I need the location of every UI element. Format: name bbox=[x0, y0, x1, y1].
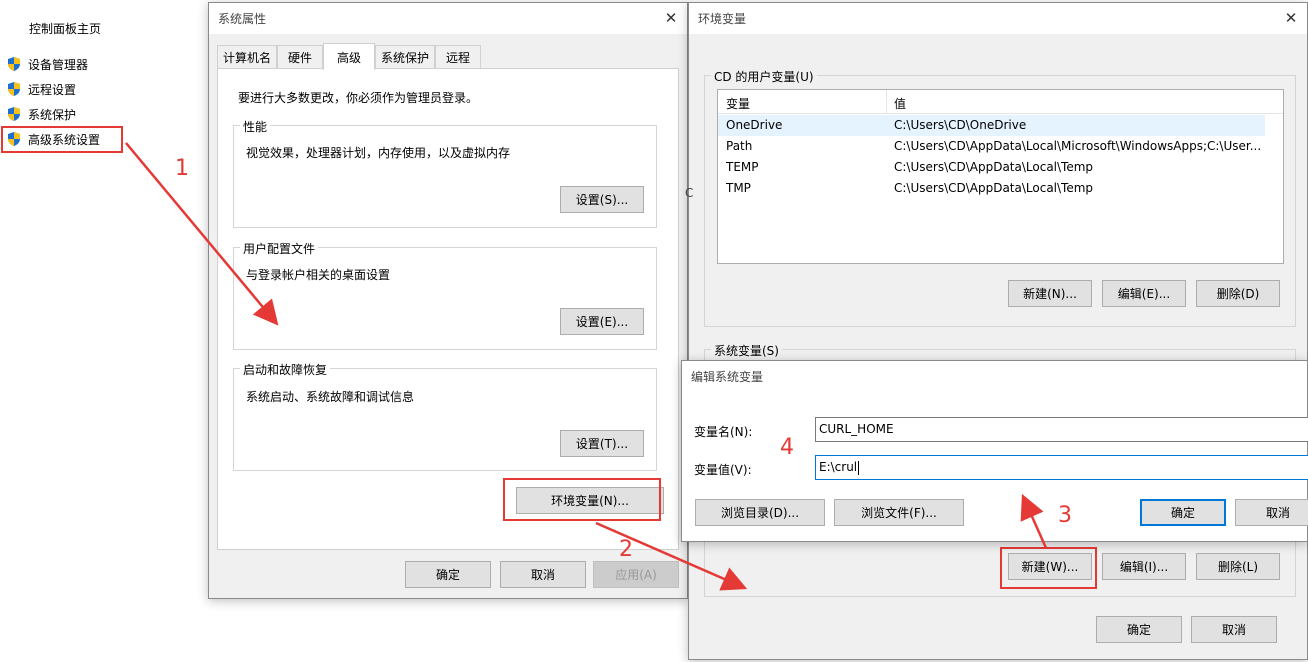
annotation-step-3: 3 bbox=[1058, 503, 1072, 528]
annotation-arrows bbox=[125, 142, 1048, 591]
annotation-step-2: 2 bbox=[619, 537, 633, 562]
annotation-step-1: 1 bbox=[175, 156, 189, 181]
annotation-step-4: 4 bbox=[780, 435, 794, 460]
arrow-step-2 bbox=[595, 521, 748, 591]
arrow-step-3 bbox=[1020, 493, 1048, 549]
tab-advanced[interactable]: 高级 bbox=[323, 43, 375, 70]
arrow-step-1 bbox=[125, 142, 279, 326]
